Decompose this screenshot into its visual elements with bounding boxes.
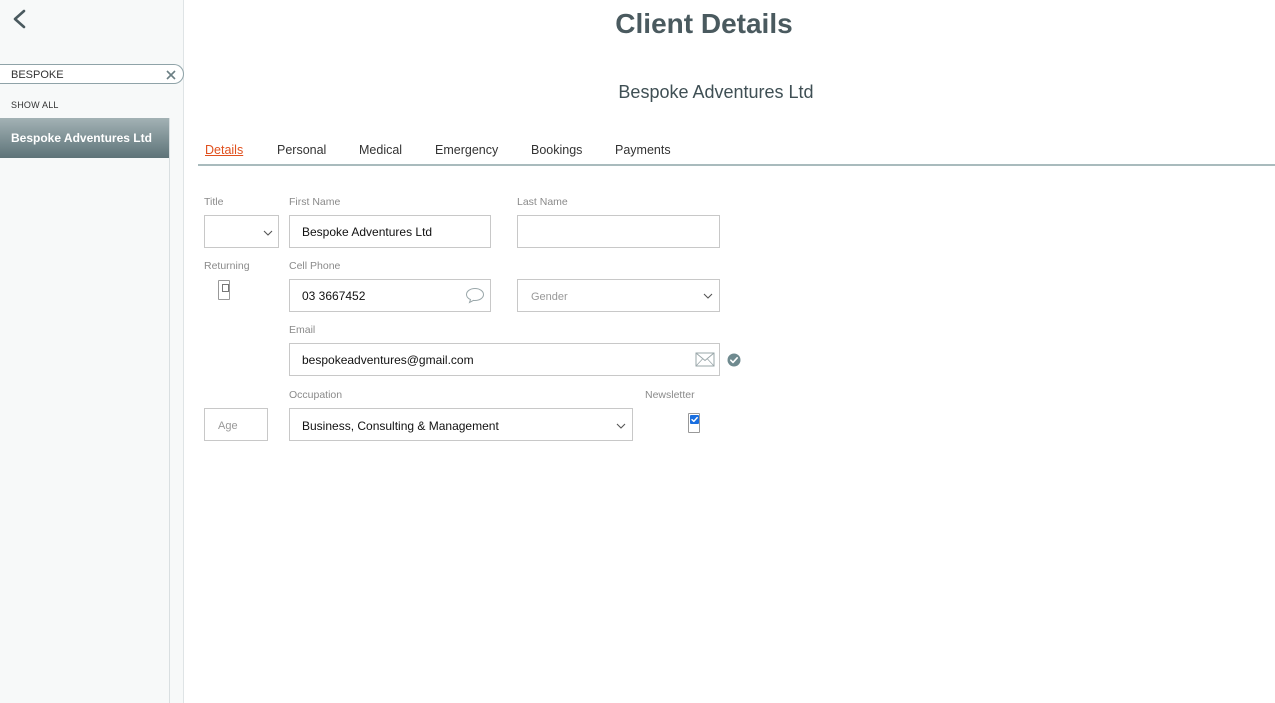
gender-select[interactable]: Gender — [517, 279, 720, 312]
speech-bubble-icon[interactable] — [465, 287, 485, 304]
occupation-value: Business, Consulting & Management — [302, 419, 499, 433]
first-name-label: First Name — [289, 196, 341, 208]
occupation-label: Occupation — [289, 389, 343, 401]
tab-medical[interactable]: Medical — [359, 143, 402, 157]
back-button[interactable] — [8, 8, 32, 32]
age-field[interactable]: Age — [204, 408, 268, 441]
email-input[interactable] — [302, 353, 682, 367]
chevron-left-icon — [13, 9, 26, 29]
email-label: Email — [289, 324, 316, 336]
newsletter-checkbox[interactable] — [688, 413, 700, 433]
close-icon — [166, 70, 176, 80]
cell-phone-input[interactable] — [302, 289, 452, 303]
clear-search-button[interactable] — [164, 68, 178, 82]
chevron-down-icon — [263, 230, 273, 236]
checkbox-box — [222, 284, 229, 292]
tab-payments[interactable]: Payments — [615, 143, 671, 157]
tab-bar: Details Personal Medical Emergency Booki… — [198, 140, 1275, 166]
chevron-down-icon — [703, 293, 713, 299]
chevron-down-icon — [616, 423, 626, 429]
last-name-field — [517, 215, 720, 248]
last-name-label: Last Name — [517, 196, 568, 208]
tab-details[interactable]: Details — [205, 143, 243, 157]
client-name-heading: Bespoke Adventures Ltd — [618, 82, 814, 102]
sidebar-divider — [169, 118, 170, 703]
tab-emergency[interactable]: Emergency — [435, 143, 498, 157]
envelope-icon[interactable] — [695, 352, 715, 367]
returning-checkbox[interactable] — [218, 280, 230, 300]
check-circle-icon — [727, 353, 741, 367]
title-label: Title — [204, 196, 224, 208]
newsletter-label: Newsletter — [645, 389, 695, 401]
cell-phone-label: Cell Phone — [289, 260, 341, 272]
checkmark-icon — [690, 415, 699, 424]
client-list-item[interactable]: Bespoke Adventures Ltd — [0, 118, 169, 158]
show-all-link[interactable]: SHOW ALL — [11, 100, 59, 110]
first-name-input[interactable] — [302, 225, 482, 239]
returning-label: Returning — [204, 260, 250, 272]
client-search-box — [0, 64, 184, 84]
tab-bookings[interactable]: Bookings — [531, 143, 582, 157]
last-name-input[interactable] — [530, 225, 710, 239]
title-select[interactable] — [204, 215, 279, 248]
age-placeholder: Age — [218, 420, 238, 432]
sidebar: SHOW ALL Bespoke Adventures Ltd — [0, 0, 184, 703]
email-field — [289, 343, 720, 376]
page-title: Client Details — [615, 8, 793, 39]
cell-phone-field — [289, 279, 491, 312]
first-name-field — [289, 215, 491, 248]
occupation-select[interactable]: Business, Consulting & Management — [289, 408, 633, 441]
client-search-input[interactable] — [11, 68, 161, 82]
gender-placeholder: Gender — [531, 291, 568, 303]
tab-personal[interactable]: Personal — [277, 143, 326, 157]
